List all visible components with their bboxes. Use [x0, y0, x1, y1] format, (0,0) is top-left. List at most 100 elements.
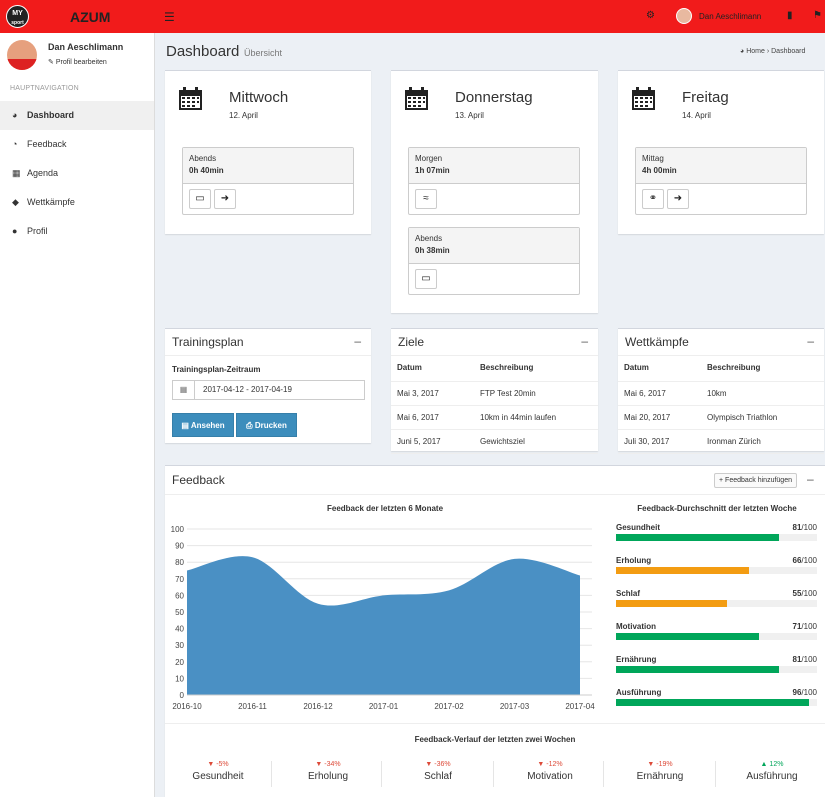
day-card-friday: Freitag 14. April Mittag 4h 00min ⚭ ➜ [618, 70, 824, 234]
session-time: Mittag [642, 154, 664, 163]
plus-icon: + [719, 477, 724, 484]
app-logo[interactable]: MY sport [6, 5, 29, 28]
average-row: Erholung 66/100 [616, 556, 817, 584]
table-row: Mai 6, 2017 10km [618, 381, 824, 406]
menu-toggle-icon[interactable]: ☰ [164, 10, 175, 24]
trophy-icon: ◆ [12, 197, 19, 207]
print-button[interactable]: ⎙ Drucken [236, 413, 297, 437]
day-card-thursday: Donnerstag 13. April Morgen 1h 07min ≈ Ab… [391, 70, 598, 313]
x-tick-label: 2016-11 [238, 702, 267, 711]
dashboard-icon: ◕ [12, 110, 18, 120]
trend-item: ▼ -34% Erholung [273, 761, 383, 782]
sidebar-item-agenda[interactable]: ▦ Agenda [0, 159, 154, 188]
y-tick-label: 80 [175, 558, 184, 567]
average-row: Schlaf 55/100 [616, 589, 817, 617]
column-header: Beschreibung [474, 355, 598, 382]
average-label: Gesundheit [616, 523, 661, 532]
x-tick-label: 2017-04 [565, 702, 595, 711]
calendar-icon [405, 87, 428, 110]
table-cell: Mai 6, 2017 [618, 381, 701, 406]
breadcrumb: ◕ Home › Dashboard [740, 48, 805, 55]
trend-item: ▼ -19% Ernährung [605, 761, 715, 782]
trend-name: Erholung [307, 771, 349, 782]
trend-divider [493, 761, 494, 787]
box-title: Ziele [398, 335, 425, 349]
column-header: Datum [391, 355, 474, 382]
progress-fill [616, 699, 809, 706]
book-icon[interactable]: ▮ [787, 10, 793, 21]
trend-divider [715, 761, 716, 787]
table-row: Juni 5, 2017 Gewichtsziel [391, 429, 598, 454]
trend-item: ▼ -12% Motivation [495, 761, 605, 782]
average-value: 66/100 [792, 556, 817, 565]
edit-profile-link[interactable]: ✎ Profil bearbeiten [48, 58, 107, 66]
y-tick-label: 60 [175, 591, 184, 600]
y-tick-label: 0 [180, 691, 185, 700]
sidebar-item-profil[interactable]: ● Profil [0, 217, 154, 246]
collapse-icon[interactable]: – [807, 334, 814, 348]
y-tick-label: 90 [175, 542, 184, 551]
sidebar-item-wettkaempfe[interactable]: ◆ Wettkämpfe [0, 188, 154, 217]
view-icon: ▤ [181, 421, 189, 430]
session-card[interactable]: Morgen 1h 07min ≈ [408, 147, 580, 215]
settings-icon[interactable]: ⚙ [646, 10, 655, 21]
pencil-icon: ✎ [48, 59, 54, 66]
trend-name: Gesundheit [192, 771, 244, 782]
table-cell: Gewichtsziel [474, 429, 598, 454]
brand-name[interactable]: AZUM [70, 9, 110, 25]
trend-item: ▼ -5% Gesundheit [163, 761, 273, 782]
y-tick-label: 70 [175, 575, 184, 584]
pie-chart-icon: ◔ [12, 139, 18, 149]
collapse-icon[interactable]: – [807, 472, 814, 486]
dumbbell-icon[interactable]: ▭ [415, 269, 437, 289]
running-icon[interactable]: ➜ [214, 189, 236, 209]
x-tick-label: 2017-01 [369, 702, 399, 711]
x-tick-label: 2017-02 [434, 702, 464, 711]
progress-fill [616, 600, 727, 607]
user-icon: ● [12, 226, 18, 236]
bicycle-icon[interactable]: ⚭ [642, 189, 664, 209]
trend-item: ▼ -36% Schlaf [383, 761, 493, 782]
calendar-icon: ▦ [12, 168, 21, 178]
feedback-area-chart: 0 10 20 30 40 50 60 70 80 90 100 2016-10 2016-11 2016… [171, 525, 596, 711]
average-title: Feedback-Durchschnitt der letzten Woche [637, 504, 797, 513]
table-row: Mai 20, 2017 Olympisch Triathlon [618, 405, 824, 430]
trend-title: Feedback-Verlauf der letzten zwei Wochen [414, 735, 576, 744]
sidebar-item-feedback[interactable]: ◔ Feedback [0, 130, 154, 159]
average-row: Gesundheit 81/100 [616, 523, 817, 551]
wettkaempfe-table: Datum Beschreibung Mai 6, 2017 10km Mai 20… [618, 355, 824, 454]
user-menu-name[interactable]: Dan Aeschlimann [699, 12, 761, 21]
trend-name: Ausführung [746, 771, 798, 782]
feedback-box: Feedback + Feedback hinzufügen – Feedbac… [165, 465, 825, 797]
date-range-value: 2017-04-12 - 2017-04-19 [203, 385, 292, 394]
edit-profile-label: Profil bearbeiten [55, 59, 107, 66]
dumbbell-icon[interactable]: ▭ [189, 189, 211, 209]
running-icon[interactable]: ➜ [667, 189, 689, 209]
collapse-icon[interactable]: – [581, 334, 588, 348]
session-time: Abends [415, 234, 443, 243]
progress-track [616, 699, 817, 706]
session-duration: 1h 07min [415, 166, 450, 175]
breadcrumb-home[interactable]: Home [746, 48, 765, 55]
session-card[interactable]: Mittag 4h 00min ⚭ ➜ [635, 147, 807, 215]
trend-divider [381, 761, 382, 787]
view-button[interactable]: ▤ Ansehen [172, 413, 234, 437]
dashboard-icon: ◕ [740, 48, 745, 55]
collapse-icon[interactable]: – [354, 334, 361, 348]
table-cell: Juni 5, 2017 [391, 429, 474, 454]
sidebar-item-label: Wettkämpfe [27, 197, 75, 207]
y-tick-label: 100 [171, 525, 185, 534]
add-feedback-button[interactable]: + Feedback hinzufügen [714, 473, 797, 488]
table-cell: Olympisch Triathlon [701, 405, 824, 430]
progress-track [616, 567, 817, 574]
table-row: Mai 6, 2017 10km in 44min laufen [391, 405, 598, 430]
flag-icon[interactable]: ⚑ [813, 10, 822, 21]
sidebar-item-dashboard[interactable]: ◕ Dashboard [0, 101, 154, 130]
session-card[interactable]: Abends 0h 38min ▭ [408, 227, 580, 295]
user-avatar[interactable] [676, 8, 692, 24]
date-range-input[interactable]: ▦ 2017-04-12 - 2017-04-19 [172, 380, 365, 400]
session-card[interactable]: Abends 0h 40min ▭ ➜ [182, 147, 354, 215]
trend-name: Ernährung [636, 771, 684, 782]
day-name: Mittwoch [229, 89, 289, 106]
swimming-icon[interactable]: ≈ [415, 189, 437, 209]
